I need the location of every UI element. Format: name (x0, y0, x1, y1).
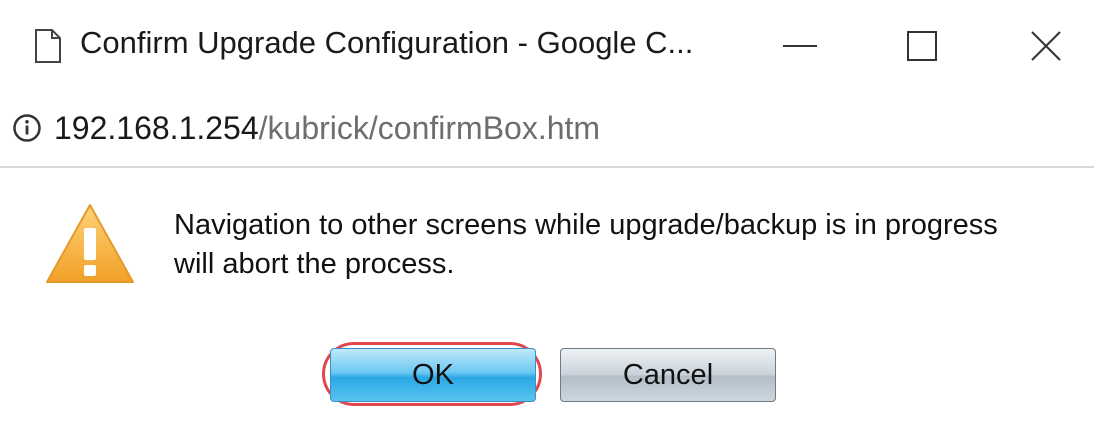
ok-button[interactable]: OK (330, 348, 536, 402)
close-button[interactable] (1016, 18, 1076, 74)
document-icon (34, 28, 62, 64)
window-title: Confirm Upgrade Configuration - Google C… (80, 25, 694, 60)
maximize-button[interactable] (892, 18, 952, 74)
url-path: /kubrick/confirmBox.htm (258, 110, 601, 146)
url-text: 192.168.1.254/kubrick/confirmBox.htm (54, 110, 600, 147)
maximize-icon (907, 31, 937, 61)
cancel-button[interactable]: Cancel (560, 348, 776, 402)
minimize-button[interactable] (770, 18, 830, 74)
minimize-icon (783, 44, 817, 48)
info-icon[interactable] (12, 113, 42, 143)
dialog-message: Navigation to other screens while upgrad… (174, 209, 998, 280)
address-bar[interactable]: 192.168.1.254/kubrick/confirmBox.htm (0, 96, 1094, 168)
dialog-content: Navigation to other screens while upgrad… (0, 168, 1094, 428)
warning-icon (44, 202, 136, 286)
close-icon (1031, 31, 1061, 61)
popup-window: Confirm Upgrade Configuration - Google C… (0, 0, 1094, 428)
url-host: 192.168.1.254 (54, 110, 259, 146)
title-bar: Confirm Upgrade Configuration - Google C… (0, 0, 1094, 96)
